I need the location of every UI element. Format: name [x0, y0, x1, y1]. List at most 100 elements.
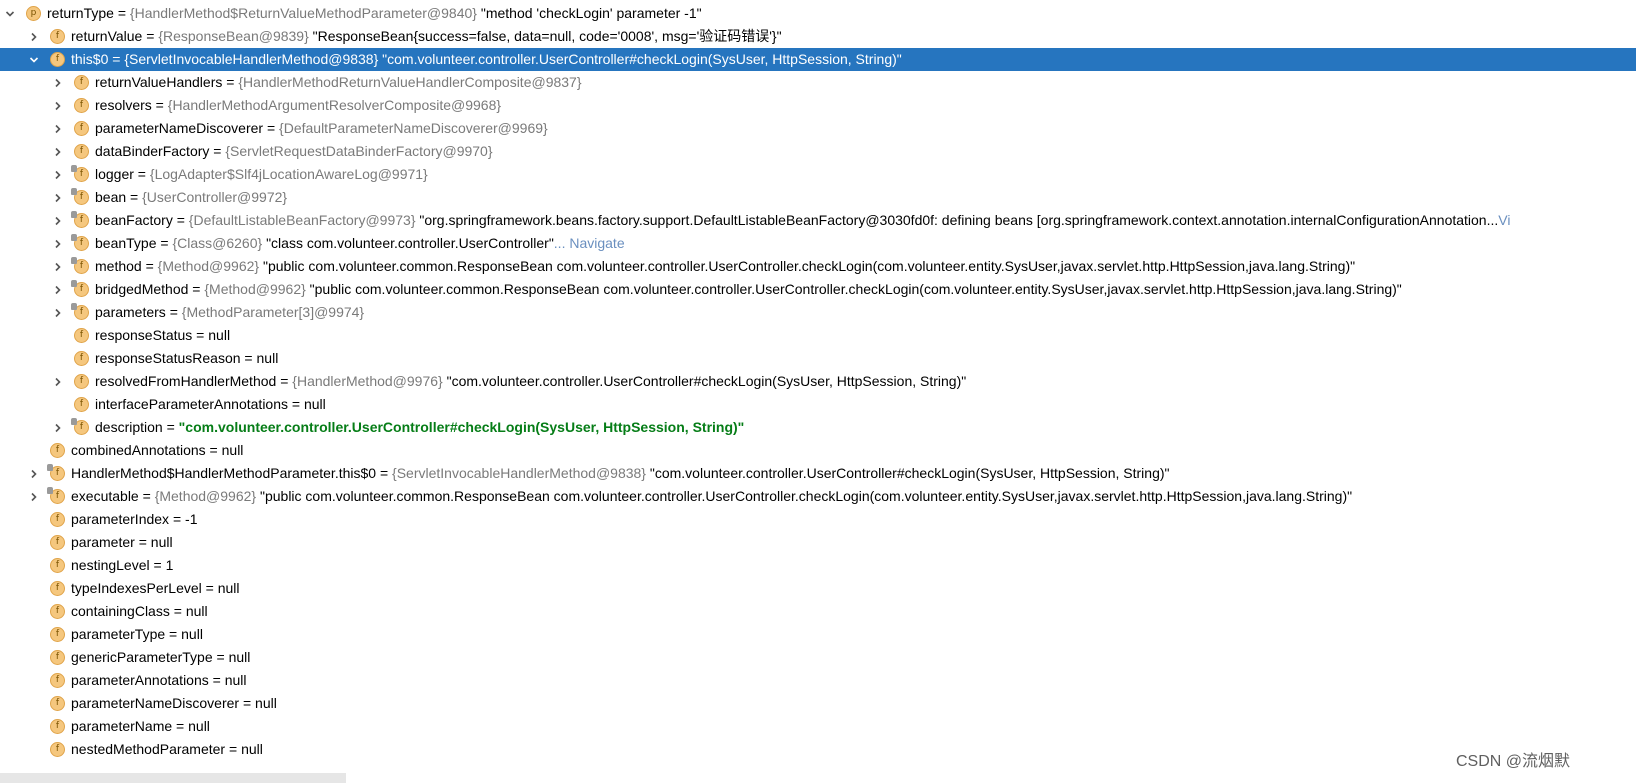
chevron-right-icon[interactable]: [50, 140, 66, 163]
tree-row[interactable]: f combinedAnnotations = null: [0, 439, 1636, 462]
chevron-right-icon[interactable]: [50, 71, 66, 94]
equals-sign: =: [141, 258, 158, 274]
object-reference: {MethodParameter[3]@9974}: [181, 304, 365, 320]
chevron-right-icon[interactable]: [26, 485, 42, 508]
tree-row[interactable]: f responseStatus = null: [0, 324, 1636, 347]
equals-sign: =: [134, 534, 151, 550]
tree-row[interactable]: f parameters = {MethodParameter[3]@9974}: [0, 301, 1636, 324]
field-icon: f: [71, 280, 89, 297]
variable-value: 1: [165, 557, 174, 573]
chevron-right-icon[interactable]: [50, 209, 66, 232]
tree-row-text: typeIndexesPerLevel = null: [71, 577, 240, 600]
tree-row-text: HandlerMethod$HandlerMethodParameter.thi…: [71, 462, 1169, 485]
tree-row[interactable]: f parameterNameDiscoverer = {DefaultParam…: [0, 117, 1636, 140]
tree-row[interactable]: f returnValueHandlers = {HandlerMethodRet…: [0, 71, 1636, 94]
tree-row[interactable]: f parameterIndex = -1: [0, 508, 1636, 531]
tree-row[interactable]: f dataBinderFactory = {ServletRequestData…: [0, 140, 1636, 163]
object-reference: {DefaultListableBeanFactory@9973}: [188, 212, 416, 228]
object-reference: {HandlerMethod@9976}: [292, 373, 443, 389]
tree-row[interactable]: f parameterAnnotations = null: [0, 669, 1636, 692]
field-icon: f: [74, 144, 89, 159]
object-reference: {DefaultParameterNameDiscoverer@9969}: [279, 120, 548, 136]
tree-row[interactable]: f typeIndexesPerLevel = null: [0, 577, 1636, 600]
horizontal-scrollbar[interactable]: [0, 773, 346, 783]
tree-row[interactable]: f HandlerMethod$HandlerMethodParameter.th…: [0, 462, 1636, 485]
tree-row[interactable]: f nestingLevel = 1: [0, 554, 1636, 577]
chevron-right-icon[interactable]: [50, 370, 66, 393]
chevron-right-icon[interactable]: [50, 117, 66, 140]
field-icon: f: [50, 29, 65, 44]
tree-row[interactable]: f beanFactory = {DefaultListableBeanFacto…: [0, 209, 1636, 232]
tree-row-text: executable = {Method@9962} "public com.v…: [71, 485, 1352, 508]
tree-row[interactable]: f nestedMethodParameter = null: [0, 738, 1636, 761]
chevron-right-icon[interactable]: [50, 416, 66, 439]
tree-row[interactable]: f bean = {UserController@9972}: [0, 186, 1636, 209]
object-reference: {Method@9962}: [204, 281, 306, 297]
tree-row-text: bridgedMethod = {Method@9962} "public co…: [95, 278, 1402, 301]
object-reference: {HandlerMethodReturnValueHandlerComposit…: [238, 74, 582, 90]
field-icon: f: [74, 351, 89, 366]
debugger-variables-tree[interactable]: p returnType = {HandlerMethod$ReturnValue…: [0, 2, 1636, 761]
tree-row[interactable]: f logger = {LogAdapter$Slf4jLocationAware…: [0, 163, 1636, 186]
tree-row-text: interfaceParameterAnnotations = null: [95, 393, 326, 416]
equals-sign: =: [201, 580, 218, 596]
equals-sign: =: [169, 511, 186, 527]
tree-row-text: returnType = {HandlerMethod$ReturnValueM…: [47, 2, 702, 25]
chevron-right-icon[interactable]: [50, 255, 66, 278]
tree-row-text: parameterName = null: [71, 715, 210, 738]
tree-row-text: returnValueHandlers = {HandlerMethodRetu…: [95, 71, 582, 94]
variable-name: parameterType: [71, 626, 166, 642]
navigate-link[interactable]: ... Navigate: [554, 235, 625, 251]
equals-sign: =: [192, 327, 209, 343]
tree-row[interactable]: f beanType = {Class@6260} "class com.volu…: [0, 232, 1636, 255]
tree-row-text: resolvers = {HandlerMethodArgumentResolv…: [95, 94, 501, 117]
variable-name: parameters: [95, 304, 166, 320]
object-reference: {ServletRequestDataBinderFactory@9970}: [225, 143, 493, 159]
object-reference: {HandlerMethodArgumentResolverComposite@…: [167, 97, 502, 113]
field-icon: f: [50, 512, 65, 527]
variable-value: -1: [185, 511, 198, 527]
equals-sign: =: [142, 28, 159, 44]
chevron-right-icon[interactable]: [50, 232, 66, 255]
tree-row[interactable]: f returnValue = {ResponseBean@9839} "Resp…: [0, 25, 1636, 48]
tree-row[interactable]: f parameterNameDiscoverer = null: [0, 692, 1636, 715]
chevron-right-icon[interactable]: [26, 462, 42, 485]
chevron-right-icon[interactable]: [50, 301, 66, 324]
tree-row[interactable]: f executable = {Method@9962} "public com.…: [0, 485, 1636, 508]
tree-row[interactable]: f method = {Method@9962} "public com.volu…: [0, 255, 1636, 278]
tree-row[interactable]: f parameter = null: [0, 531, 1636, 554]
tree-row[interactable]: f bridgedMethod = {Method@9962} "public c…: [0, 278, 1636, 301]
tree-row[interactable]: f this$0 = {ServletInvocableHandlerMethod…: [0, 48, 1636, 71]
tree-row[interactable]: f resolvedFromHandlerMethod = {HandlerMet…: [0, 370, 1636, 393]
field-icon: f: [74, 121, 89, 136]
variable-name: containingClass: [71, 603, 170, 619]
tree-row[interactable]: f containingClass = null: [0, 600, 1636, 623]
tree-row[interactable]: f responseStatusReason = null: [0, 347, 1636, 370]
chevron-down-icon[interactable]: [2, 2, 18, 25]
equals-sign: =: [239, 695, 256, 711]
chevron-right-icon[interactable]: [26, 25, 42, 48]
tree-row-text: description = "com.volunteer.controller.…: [95, 416, 744, 439]
tree-row-text: responseStatus = null: [95, 324, 230, 347]
field-icon: f: [50, 581, 65, 596]
field-icon: f: [74, 75, 89, 90]
tree-row[interactable]: f parameterType = null: [0, 623, 1636, 646]
tree-row[interactable]: p returnType = {HandlerMethod$ReturnValue…: [0, 2, 1636, 25]
tree-row[interactable]: f description = "com.volunteer.controller…: [0, 416, 1636, 439]
equals-sign: =: [172, 212, 189, 228]
chevron-down-icon[interactable]: [26, 48, 42, 71]
tree-row[interactable]: f interfaceParameterAnnotations = null: [0, 393, 1636, 416]
tree-row[interactable]: f resolvers = {HandlerMethodArgumentResol…: [0, 94, 1636, 117]
chevron-right-icon[interactable]: [50, 278, 66, 301]
field-icon: f: [50, 673, 65, 688]
chevron-right-icon[interactable]: [50, 186, 66, 209]
chevron-right-icon[interactable]: [50, 94, 66, 117]
chevron-right-icon[interactable]: [50, 163, 66, 186]
tree-row[interactable]: f genericParameterType = null: [0, 646, 1636, 669]
equals-sign: =: [169, 603, 186, 619]
tree-row-text: nestingLevel = 1: [71, 554, 173, 577]
equals-sign: =: [138, 488, 155, 504]
field-icon: f: [71, 418, 89, 435]
navigate-link[interactable]: Vi: [1498, 212, 1510, 228]
tree-row[interactable]: f parameterName = null: [0, 715, 1636, 738]
